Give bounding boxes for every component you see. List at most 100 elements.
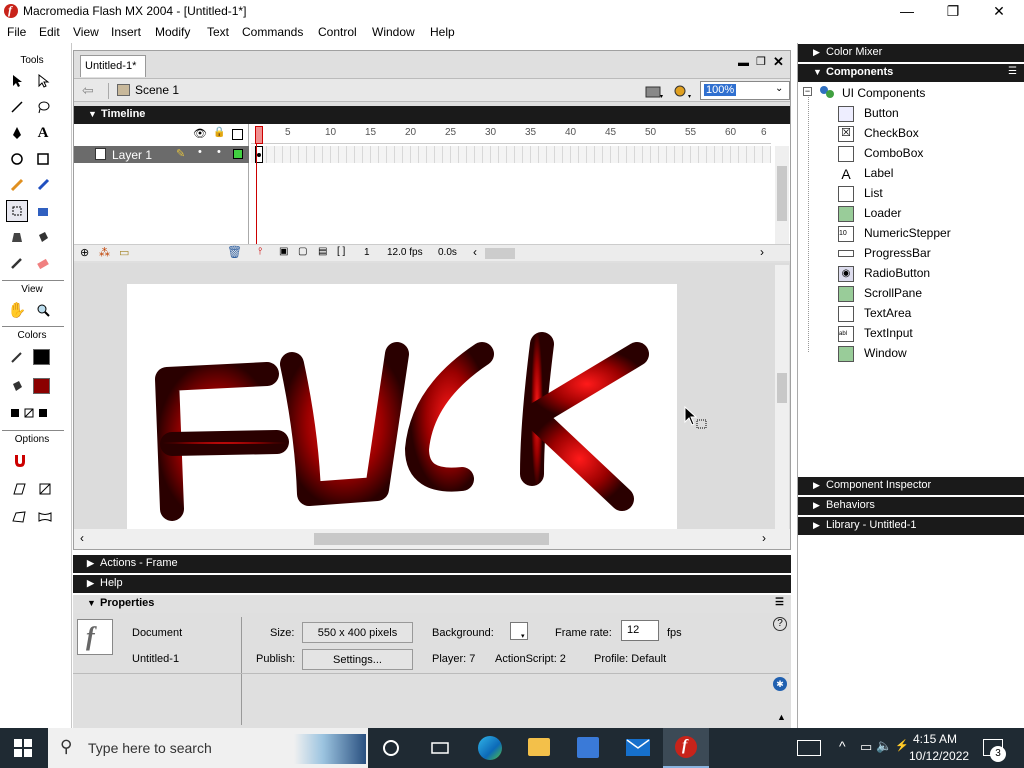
scroll-left-icon[interactable]: ‹: [473, 245, 477, 259]
components-header[interactable]: ▼ Components ☰: [798, 64, 1024, 82]
drawing-artwork[interactable]: [127, 284, 677, 529]
close-button[interactable]: ✕: [976, 0, 1022, 22]
doc-restore-icon[interactable]: ❐: [756, 55, 766, 68]
panel-options-icon[interactable]: ☰: [775, 597, 784, 608]
clock-time[interactable]: 4:15 AM: [913, 732, 957, 746]
center-frame-icon[interactable]: ⫯: [258, 246, 262, 257]
snap-magnet-icon[interactable]: [9, 450, 31, 472]
frame-ruler[interactable]: 5 10 15 20 25 30 35 40 45 50 55 60 6: [251, 124, 771, 144]
insert-folder-icon[interactable]: ▭: [119, 246, 129, 259]
menu-modify[interactable]: Modify: [155, 25, 190, 39]
doc-minimize-icon[interactable]: ▬: [738, 57, 749, 69]
scale-icon[interactable]: [34, 478, 56, 500]
stage-vscroll[interactable]: [775, 265, 789, 529]
help-icon[interactable]: ?: [773, 617, 787, 631]
clock-date[interactable]: 10/12/2022: [909, 749, 969, 763]
menu-help[interactable]: Help: [430, 25, 455, 39]
maximize-button[interactable]: ❐: [930, 0, 976, 22]
framerate-input[interactable]: 12: [621, 620, 659, 641]
zoom-tool-icon[interactable]: [32, 299, 54, 321]
line-tool-icon[interactable]: [6, 96, 28, 118]
color-mixer-header[interactable]: ▶ Color Mixer: [798, 44, 1024, 62]
keyboard-layout-icon[interactable]: [797, 740, 821, 756]
back-arrow-icon[interactable]: ⇦: [82, 82, 94, 99]
edit-multiple-frames-icon[interactable]: ▤: [318, 246, 327, 257]
minimize-button[interactable]: —: [884, 0, 930, 22]
windows-start-icon[interactable]: [14, 739, 32, 757]
scroll-right-icon[interactable]: ›: [762, 531, 766, 545]
menu-view[interactable]: View: [73, 25, 99, 39]
swap-colors-icon[interactable]: [6, 402, 54, 424]
onion-skin-icon[interactable]: ▣: [279, 246, 288, 257]
publish-settings-button[interactable]: Settings...: [302, 649, 413, 670]
hand-tool-icon[interactable]: ✋: [6, 299, 28, 321]
search-box[interactable]: ⚲ Type here to search: [48, 728, 368, 768]
eraser-tool-icon[interactable]: [32, 252, 54, 274]
stage-hscroll[interactable]: ‹ ›: [74, 529, 790, 549]
task-view-icon[interactable]: [431, 740, 449, 756]
mail-icon[interactable]: [626, 739, 650, 756]
collapse-up-icon[interactable]: ▲: [777, 712, 786, 722]
cortana-icon[interactable]: [383, 740, 399, 756]
file-explorer-icon[interactable]: [528, 738, 550, 756]
arrow-tool-icon[interactable]: [6, 70, 28, 92]
rectangle-tool-icon[interactable]: [32, 148, 54, 170]
modify-onion-markers-icon[interactable]: [ ]: [337, 246, 345, 257]
menu-insert[interactable]: Insert: [111, 25, 141, 39]
edge-browser-icon[interactable]: [478, 736, 502, 760]
layer-row[interactable]: Layer 1 ✎ • •: [74, 146, 249, 163]
distort-icon[interactable]: [8, 506, 30, 528]
visible-dot-icon[interactable]: •: [198, 146, 202, 158]
background-color-swatch[interactable]: ▾: [510, 622, 528, 640]
paint-bucket-tool-icon[interactable]: [32, 226, 54, 248]
playhead[interactable]: [255, 126, 263, 144]
lock-icon[interactable]: 🔒: [213, 127, 225, 138]
menu-text[interactable]: Text: [207, 25, 229, 39]
menu-control[interactable]: Control: [318, 25, 357, 39]
layer-color-swatch[interactable]: [233, 149, 243, 159]
network-icon[interactable]: ▭: [860, 739, 872, 755]
ui-components-label[interactable]: UI Components: [842, 86, 925, 100]
lock-dot-icon[interactable]: •: [217, 146, 221, 158]
timeline-vscroll[interactable]: [775, 146, 789, 246]
scroll-left-icon[interactable]: ‹: [80, 531, 84, 545]
component-inspector-header[interactable]: ▶ Component Inspector: [798, 477, 1024, 495]
accessibility-icon[interactable]: ✱: [773, 677, 787, 691]
microsoft-store-icon[interactable]: [577, 737, 599, 758]
scroll-right-icon[interactable]: ›: [760, 245, 764, 259]
doc-close-icon[interactable]: ✕: [773, 54, 784, 70]
flash-taskbar-button[interactable]: f: [663, 728, 709, 768]
free-transform-tool-icon[interactable]: [6, 200, 28, 222]
stage-canvas[interactable]: [127, 284, 677, 529]
subselect-tool-icon[interactable]: [32, 70, 54, 92]
panel-options-icon[interactable]: ☰: [1008, 66, 1017, 77]
document-tab[interactable]: Untitled-1*: [80, 55, 146, 77]
insert-layer-icon[interactable]: ⊕: [80, 246, 89, 259]
pencil-tool-icon[interactable]: [6, 174, 28, 196]
menu-window[interactable]: Window: [372, 25, 415, 39]
lasso-tool-icon[interactable]: [32, 96, 54, 118]
size-button[interactable]: 550 x 400 pixels: [302, 622, 413, 643]
oval-tool-icon[interactable]: [6, 148, 28, 170]
battery-icon[interactable]: ⚡: [895, 739, 909, 752]
rotate-skew-icon[interactable]: [8, 478, 30, 500]
library-header[interactable]: ▶ Library - Untitled-1: [798, 517, 1024, 535]
timeline-hscroll-thumb[interactable]: [485, 248, 515, 259]
timeline-header[interactable]: ▼ Timeline: [74, 106, 790, 124]
tree-collapse-icon[interactable]: −: [803, 87, 812, 96]
edit-symbols-icon[interactable]: [672, 82, 692, 100]
add-motion-guide-icon[interactable]: ⁂: [99, 246, 110, 259]
outline-icon[interactable]: [232, 129, 243, 140]
edit-scene-icon[interactable]: [644, 82, 664, 100]
frame-row[interactable]: [251, 146, 771, 163]
onion-outline-icon[interactable]: ▢: [298, 246, 307, 257]
brush-tool-icon[interactable]: [32, 174, 54, 196]
envelope-icon[interactable]: [34, 506, 56, 528]
stroke-color-swatch[interactable]: [33, 349, 50, 365]
volume-icon[interactable]: 🔈: [876, 738, 892, 754]
actions-panel-header[interactable]: ▶ Actions - Frame: [73, 555, 791, 573]
eye-icon[interactable]: 👁: [193, 127, 207, 140]
delete-layer-icon[interactable]: 🗑: [227, 245, 242, 259]
ink-bottle-tool-icon[interactable]: [6, 226, 28, 248]
help-panel-header[interactable]: ▶ Help: [73, 575, 791, 593]
